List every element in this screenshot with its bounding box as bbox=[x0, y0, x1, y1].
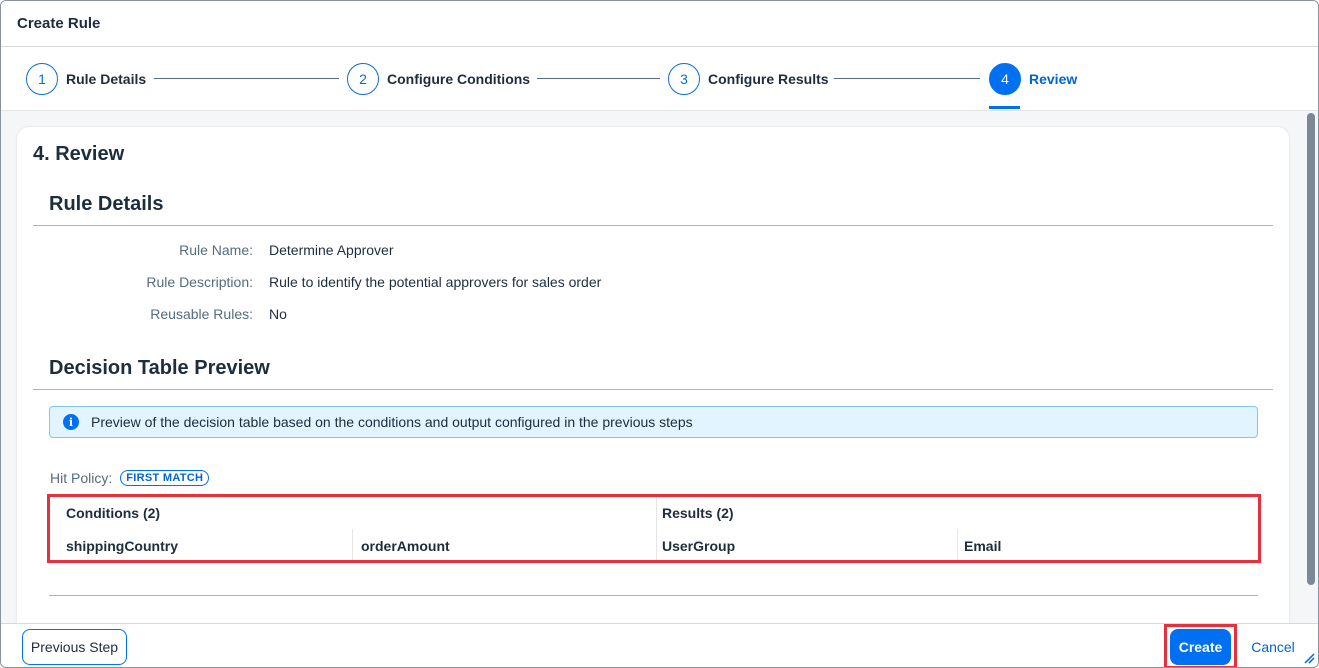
step-number: 2 bbox=[347, 63, 379, 95]
step-number: 4 bbox=[989, 63, 1021, 95]
step-connector bbox=[154, 78, 339, 79]
hit-policy-badge: FIRST MATCH bbox=[120, 470, 210, 486]
column-header-orderamount[interactable]: orderAmount bbox=[361, 538, 450, 554]
step-label: Configure Conditions bbox=[387, 71, 531, 87]
step-label: Rule Details bbox=[66, 71, 147, 87]
column-divider bbox=[957, 529, 958, 560]
rule-description-label: Rule Description: bbox=[146, 274, 253, 290]
dialog-title: Create Rule bbox=[17, 15, 101, 32]
dialog-header: Create Rule bbox=[1, 1, 1318, 47]
column-header-shippingcountry[interactable]: shippingCountry bbox=[66, 538, 178, 554]
step-connector bbox=[537, 78, 660, 79]
info-message-text: Preview of the decision table based on t… bbox=[91, 414, 693, 430]
create-rule-dialog: Create Rule 1 Rule Details 2 Configure C… bbox=[0, 0, 1319, 668]
decision-table-preview-heading: Decision Table Preview bbox=[49, 357, 270, 379]
rule-description-row: Rule Description: Rule to identify the p… bbox=[33, 274, 833, 294]
column-divider bbox=[352, 529, 353, 560]
cancel-button[interactable]: Cancel bbox=[1242, 629, 1304, 665]
rule-name-value: Determine Approver bbox=[269, 242, 394, 258]
table-bottom-divider bbox=[49, 595, 1258, 596]
active-step-indicator bbox=[989, 106, 1020, 109]
reusable-rules-row: Reusable Rules: No bbox=[33, 306, 833, 326]
review-panel: 4. Review Rule Details Rule Name: Determ… bbox=[17, 127, 1289, 627]
reusable-rules-label: Reusable Rules: bbox=[150, 306, 253, 322]
wizard-step-configure-results[interactable]: 3 Configure Results bbox=[668, 63, 829, 95]
info-icon: i bbox=[63, 414, 79, 430]
results-header: Results (2) bbox=[662, 505, 734, 521]
hit-policy-label: Hit Policy: bbox=[50, 470, 113, 486]
reusable-rules-value: No bbox=[269, 306, 287, 322]
info-message-strip: i Preview of the decision table based on… bbox=[49, 406, 1258, 438]
vertical-scrollbar[interactable] bbox=[1307, 113, 1315, 585]
section-divider bbox=[33, 225, 1273, 226]
rule-name-label: Rule Name: bbox=[179, 242, 253, 258]
create-button[interactable]: Create bbox=[1170, 629, 1231, 665]
rule-details-heading: Rule Details bbox=[49, 193, 164, 215]
rule-name-row: Rule Name: Determine Approver bbox=[33, 242, 833, 262]
step-label: Configure Results bbox=[708, 71, 829, 87]
step-number: 1 bbox=[26, 63, 58, 95]
resize-handle-icon[interactable] bbox=[1303, 652, 1315, 664]
column-header-usergroup[interactable]: UserGroup bbox=[662, 538, 735, 554]
wizard-progress-bar: 1 Rule Details 2 Configure Conditions 3 … bbox=[1, 47, 1318, 111]
step-connector bbox=[834, 78, 980, 79]
wizard-step-rule-details[interactable]: 1 Rule Details bbox=[26, 63, 146, 95]
decision-table: Conditions (2) Results (2) shippingCount… bbox=[47, 494, 1261, 563]
wizard-step-configure-conditions[interactable]: 2 Configure Conditions bbox=[347, 63, 530, 95]
step-label: Review bbox=[1029, 71, 1078, 87]
rule-description-value: Rule to identify the potential approvers… bbox=[269, 274, 602, 290]
dialog-footer: Previous Step Create Cancel bbox=[1, 623, 1318, 667]
section-divider bbox=[33, 389, 1273, 390]
previous-step-button[interactable]: Previous Step bbox=[22, 629, 127, 665]
column-header-email[interactable]: Email bbox=[964, 538, 1001, 554]
hit-policy: Hit Policy: FIRST MATCH bbox=[50, 470, 210, 486]
step-number: 3 bbox=[668, 63, 700, 95]
review-heading: 4. Review bbox=[33, 143, 125, 165]
wizard-step-review[interactable]: 4 Review bbox=[989, 63, 1077, 95]
column-divider bbox=[656, 497, 657, 560]
conditions-header: Conditions (2) bbox=[66, 505, 161, 521]
